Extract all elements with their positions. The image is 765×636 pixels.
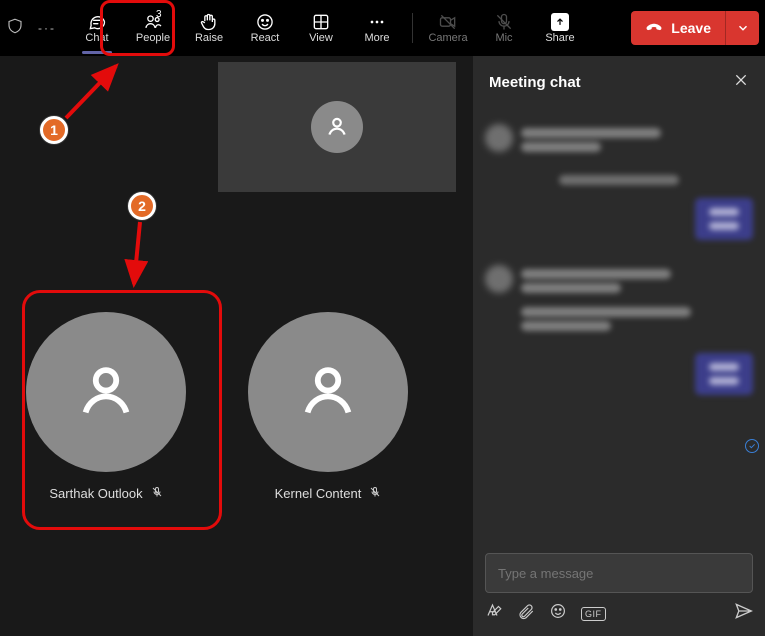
camera-label: Camera [428,32,467,44]
mic-muted-icon [369,486,381,501]
participant-name: Kernel Content [275,486,362,501]
raise-label: Raise [195,32,223,44]
leave-button[interactable]: Leave [631,11,725,45]
annotation-marker-2: 2 [128,192,156,220]
chat-panel: Meeting chat [473,56,765,636]
people-count: 3 [156,9,162,20]
hangup-icon [645,19,663,37]
share-button[interactable]: Share [533,5,587,51]
mic-muted-icon [151,486,163,501]
leave-label: Leave [671,20,711,36]
more-label: More [364,32,389,44]
chat-button[interactable]: Chat [70,5,124,51]
avatar-icon [26,312,186,472]
mic-label: Mic [495,32,512,44]
chat-message-outgoing [485,353,753,398]
avatar-icon [311,101,363,153]
chat-icon [87,12,107,32]
view-button[interactable]: View [294,5,348,51]
mic-button[interactable]: Mic [477,5,531,51]
view-icon [311,12,331,32]
top-toolbar: -·- Chat 3 People Raise React View [0,0,765,56]
raise-hand-icon [199,12,219,32]
chat-messages[interactable] [473,108,765,547]
participant-name: Sarthak Outlook [49,486,142,501]
participant-tile[interactable]: Sarthak Outlook [26,312,186,501]
chat-label: Chat [85,32,108,44]
format-icon[interactable] [485,602,503,625]
pinned-participant[interactable] [218,62,456,192]
people-label: People [136,32,170,44]
react-icon [255,12,275,32]
verified-icon [745,439,759,453]
camera-off-icon [438,12,458,32]
video-stage: Sarthak Outlook Kernel Content [0,56,473,636]
share-label: Share [545,32,574,44]
send-icon[interactable] [733,601,753,626]
avatar-icon [248,312,408,472]
raise-hand-button[interactable]: Raise [182,5,236,51]
chat-message-outgoing [485,198,753,243]
close-icon[interactable] [733,72,749,92]
react-label: React [251,32,280,44]
chat-input[interactable] [485,553,753,593]
attach-icon[interactable] [517,602,535,625]
shield-icon[interactable] [6,17,24,40]
chat-message-incoming [485,265,753,335]
more-button[interactable]: More [350,5,404,51]
emoji-icon[interactable] [549,602,567,625]
more-icon [367,12,387,32]
share-icon [550,12,570,32]
leave-dropdown[interactable] [725,11,759,45]
chevron-down-icon [736,21,750,35]
view-label: View [309,32,333,44]
people-button[interactable]: 3 People [126,5,180,51]
annotation-marker-1: 1 [40,116,68,144]
mic-off-icon [494,12,514,32]
react-button[interactable]: React [238,5,292,51]
chat-title: Meeting chat [489,74,581,91]
camera-button[interactable]: Camera [421,5,475,51]
participant-tile[interactable]: Kernel Content [248,312,408,501]
chat-message-incoming [485,124,753,156]
connection-icon: -·- [38,21,56,35]
gif-icon[interactable]: GIF [581,607,606,621]
